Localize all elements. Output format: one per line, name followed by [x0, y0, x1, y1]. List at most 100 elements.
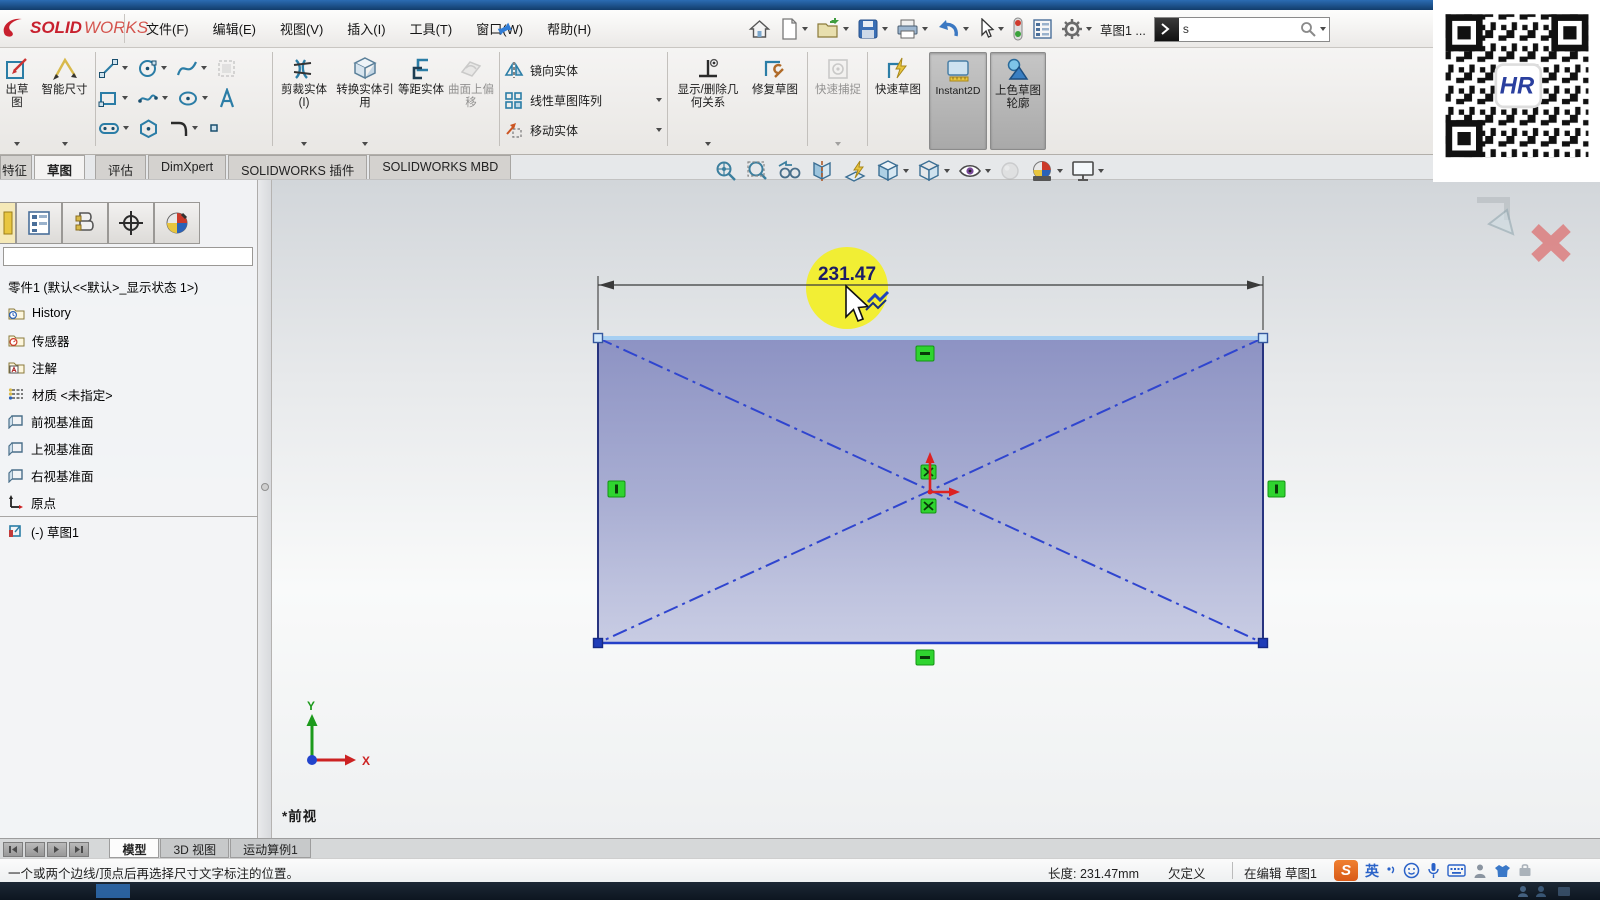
surface-offset-button[interactable]: 曲面上偏移	[446, 52, 496, 150]
spline-tool-button[interactable]	[176, 58, 207, 79]
3d-drawing-view-icon[interactable]	[842, 159, 868, 183]
settings-caret[interactable]	[1086, 27, 1092, 31]
zoom-fit-icon[interactable]	[714, 159, 738, 183]
options-list-icon[interactable]	[1032, 18, 1053, 40]
ime-profile-icon[interactable]	[1473, 863, 1487, 879]
edit-appearance-icon[interactable]	[998, 159, 1022, 183]
slot-tool-caret[interactable]	[123, 126, 129, 130]
tree-item-sensors[interactable]: 传感器	[8, 330, 70, 350]
spline-tool-caret[interactable]	[201, 66, 207, 70]
ellipse-tool-button[interactable]	[177, 88, 208, 109]
menu-view[interactable]: 视图(V)	[270, 14, 333, 43]
tab-dimxpert[interactable]: DimXpert	[148, 155, 226, 179]
search-input[interactable]	[1183, 22, 1296, 36]
panel-tab-configurationmanager[interactable]	[62, 202, 108, 244]
repair-sketch-button[interactable]: 修复草图	[748, 52, 802, 150]
display-relations-caret[interactable]	[705, 142, 711, 146]
exit-sketch-button[interactable]: 出草图	[0, 52, 34, 150]
shaded-contours-button[interactable]: 上色草图轮廓	[990, 52, 1046, 150]
convert-entities-caret[interactable]	[362, 142, 368, 146]
panel-tab-displaymanager[interactable]	[154, 202, 200, 244]
polygon-tool-icon[interactable]	[138, 118, 159, 139]
prev-tab-button[interactable]	[25, 842, 45, 857]
next-tab-button[interactable]	[47, 842, 67, 857]
slot-tool-button[interactable]	[98, 118, 129, 139]
tree-item-right-plane[interactable]: 右视基准面	[8, 465, 94, 485]
vertex-handle-top-left[interactable]	[594, 334, 603, 343]
tab-evaluate[interactable]: 评估	[95, 155, 146, 179]
menu-tools[interactable]: 工具(T)	[400, 14, 463, 43]
trim-entities-button[interactable]: 剪裁实体(I)	[276, 52, 332, 150]
hide-show-caret[interactable]	[985, 169, 991, 173]
select-button[interactable]	[977, 18, 1004, 40]
move-entities-caret[interactable]	[656, 128, 662, 132]
save-button[interactable]	[857, 18, 888, 40]
line-tool-button[interactable]	[98, 58, 128, 79]
graphics-area[interactable]: 231.47	[0, 180, 1600, 838]
view-settings-button[interactable]	[1070, 159, 1104, 183]
last-tab-button[interactable]	[69, 842, 89, 857]
print-caret[interactable]	[922, 27, 928, 31]
relation-badge-horizontal-bottom[interactable]	[916, 650, 934, 665]
instant2d-button[interactable]: Instant2D	[929, 52, 987, 150]
smart-dimension-caret[interactable]	[62, 142, 68, 146]
quick-snaps-caret[interactable]	[835, 142, 841, 146]
rectangle-tool-button[interactable]	[98, 88, 128, 109]
tree-item-material[interactable]: 材质 <未指定>	[8, 384, 113, 404]
trim-entities-caret[interactable]	[301, 142, 307, 146]
select-caret[interactable]	[998, 27, 1004, 31]
undo-button[interactable]	[936, 18, 969, 40]
line-tool-caret[interactable]	[122, 66, 128, 70]
tab-mbd[interactable]: SOLIDWORKS MBD	[369, 155, 511, 179]
new-doc-button[interactable]	[779, 18, 808, 40]
tree-root-item[interactable]: 零件1 (默认<<默认>_显示状态 1>)	[8, 276, 198, 296]
fillet-tool-button[interactable]	[168, 118, 198, 139]
display-style-caret[interactable]	[944, 169, 950, 173]
freeform-tool-caret[interactable]	[162, 96, 168, 100]
ime-skin-icon[interactable]	[1494, 863, 1511, 879]
ime-emoji-icon[interactable]	[1403, 862, 1420, 879]
search-icon[interactable]	[1300, 21, 1316, 37]
menu-file[interactable]: 文件(F)	[136, 14, 199, 43]
tree-item-history[interactable]: History	[8, 303, 71, 323]
ime-toolbox-icon[interactable]	[1518, 863, 1532, 878]
first-tab-button[interactable]	[3, 842, 23, 857]
freeform-tool-button[interactable]	[137, 88, 168, 109]
ime-punctuation-icon[interactable]	[1386, 864, 1396, 878]
rebuild-icon[interactable]	[1012, 17, 1024, 41]
zoom-area-icon[interactable]	[745, 159, 769, 183]
offset-entities-button[interactable]: 等距实体	[398, 52, 444, 150]
model-tab[interactable]: 模型	[109, 839, 159, 858]
home-icon[interactable]	[748, 18, 771, 40]
panel-tab-dimxpertmanager[interactable]	[108, 202, 154, 244]
ime-language-toggle[interactable]: 英	[1365, 861, 1379, 881]
pin-menu-icon[interactable]	[496, 20, 514, 38]
convert-entities-button[interactable]: 转换实体引用	[334, 52, 396, 150]
vertex-handle-top-right[interactable]	[1259, 334, 1268, 343]
relation-badge-coincident-lower[interactable]	[921, 499, 936, 513]
active-doc-label[interactable]: 草图1 ...	[1100, 20, 1146, 39]
search-box[interactable]	[1154, 17, 1330, 42]
motion-study-tab[interactable]: 运动算例1	[230, 839, 311, 858]
3d-views-tab[interactable]: 3D 视图	[160, 839, 229, 858]
view-orientation-caret[interactable]	[903, 169, 909, 173]
ime-keyboard-icon[interactable]	[1447, 863, 1466, 878]
display-relations-button[interactable]: 显示/删除几何关系	[672, 52, 744, 150]
print-button[interactable]	[896, 18, 928, 40]
tree-item-top-plane[interactable]: 上视基准面	[8, 438, 94, 458]
cancel-sketch-icon[interactable]	[1535, 228, 1567, 258]
tree-rollback-bar[interactable]	[0, 516, 258, 517]
apply-scene-button[interactable]	[1029, 159, 1063, 183]
move-entities-button[interactable]: 移动实体	[504, 118, 662, 142]
exit-sketch-caret[interactable]	[14, 142, 20, 146]
tab-sketch[interactable]: 草图	[34, 155, 85, 179]
search-scope-button[interactable]	[1155, 18, 1179, 41]
view-settings-caret[interactable]	[1098, 169, 1104, 173]
panel-splitter-handle[interactable]	[261, 483, 269, 491]
circle-tool-caret[interactable]	[161, 66, 167, 70]
tab-features[interactable]: 特征	[0, 155, 32, 179]
view-orientation-button[interactable]	[875, 159, 909, 183]
text-tool-icon[interactable]	[217, 88, 237, 109]
menu-insert[interactable]: 插入(I)	[337, 14, 395, 43]
dimension-value[interactable]: 231.47	[818, 264, 876, 285]
